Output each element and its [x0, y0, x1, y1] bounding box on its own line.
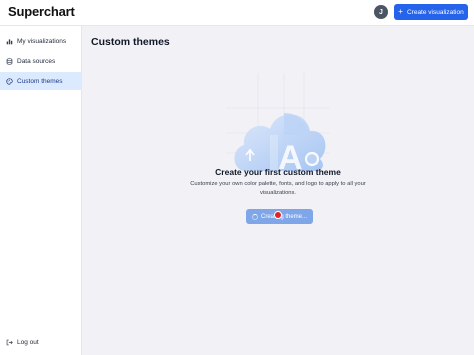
plus-icon: + [398, 7, 403, 16]
empty-state-title: Create your first custom theme [215, 167, 341, 177]
loading-spinner-icon [251, 213, 258, 220]
database-icon [6, 57, 13, 65]
sidebar-item-data-sources[interactable]: Data sources [0, 52, 81, 70]
chart-icon [6, 38, 13, 45]
create-visualization-label: Create visualization [406, 8, 464, 16]
create-theme-label: Creating theme... [260, 213, 308, 220]
sidebar-item-label: Data sources [17, 57, 56, 65]
sidebar-item-label: Custom themes [17, 77, 63, 85]
page-title: Custom themes [91, 36, 170, 48]
palette-icon [6, 77, 13, 85]
create-visualization-button[interactable]: + Create visualization [394, 4, 468, 20]
sidebar: My visualizations Data sources Custom th… [0, 26, 82, 355]
sidebar-item-custom-themes[interactable]: Custom themes [0, 72, 81, 90]
logout-label: Log out [17, 338, 39, 346]
empty-state-description: Customize your own color palette, fonts,… [190, 181, 366, 196]
cursor-indicator [274, 211, 282, 219]
top-bar: Superchart J + Create visualization [0, 0, 474, 26]
logout-icon [6, 339, 13, 345]
sidebar-item-label: My visualizations [17, 37, 67, 45]
main-content: Custom themes A Create your first custom… [82, 26, 474, 355]
logout-button[interactable]: Log out [0, 335, 81, 349]
user-avatar[interactable]: J [374, 5, 388, 19]
theme-cloud-illustration: A [226, 73, 330, 177]
sidebar-item-my-visualizations[interactable]: My visualizations [0, 32, 81, 50]
app-logo[interactable]: Superchart [8, 4, 75, 19]
